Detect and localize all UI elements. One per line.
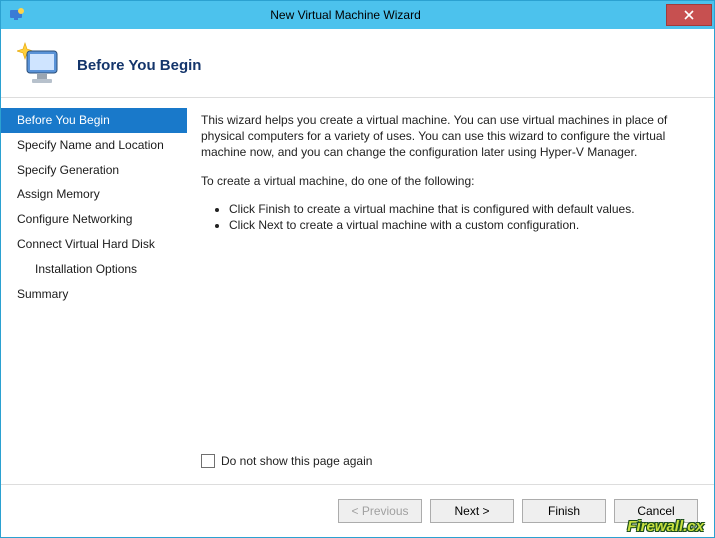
wizard-header: Before You Begin <box>1 29 714 97</box>
dont-show-again-checkbox[interactable] <box>201 454 215 468</box>
step-summary[interactable]: Summary <box>1 282 187 307</box>
page-title: Before You Begin <box>77 57 201 74</box>
close-icon <box>684 10 694 20</box>
cancel-button[interactable]: Cancel <box>614 499 698 523</box>
next-button[interactable]: Next > <box>430 499 514 523</box>
dont-show-again-row[interactable]: Do not show this page again <box>201 454 694 468</box>
intro-text: This wizard helps you create a virtual m… <box>201 112 694 161</box>
step-assign-memory[interactable]: Assign Memory <box>1 182 187 207</box>
close-button[interactable] <box>666 4 712 26</box>
titlebar: New Virtual Machine Wizard <box>1 1 714 29</box>
step-specify-generation[interactable]: Specify Generation <box>1 158 187 183</box>
app-icon <box>9 7 25 23</box>
previous-button: < Previous <box>338 499 422 523</box>
instruction-list: Click Finish to create a virtual machine… <box>201 201 694 233</box>
window-title: New Virtual Machine Wizard <box>25 8 666 22</box>
instruction-item: Click Next to create a virtual machine w… <box>229 217 694 233</box>
finish-button[interactable]: Finish <box>522 499 606 523</box>
step-connect-vhd[interactable]: Connect Virtual Hard Disk <box>1 232 187 257</box>
wizard-content: This wizard helps you create a virtual m… <box>187 98 714 484</box>
step-installation-options[interactable]: Installation Options <box>1 257 187 282</box>
prompt-text: To create a virtual machine, do one of t… <box>201 173 694 189</box>
wizard-steps-sidebar: Before You Begin Specify Name and Locati… <box>1 98 187 484</box>
wizard-window: New Virtual Machine Wizard Before You Be… <box>0 0 715 538</box>
step-specify-name-location[interactable]: Specify Name and Location <box>1 133 187 158</box>
instruction-item: Click Finish to create a virtual machine… <box>229 201 694 217</box>
dont-show-again-label: Do not show this page again <box>221 454 372 468</box>
step-before-you-begin[interactable]: Before You Begin <box>1 108 187 133</box>
step-configure-networking[interactable]: Configure Networking <box>1 207 187 232</box>
wizard-footer: < Previous Next > Finish Cancel Firewall… <box>1 484 714 537</box>
wizard-monitor-icon <box>17 41 65 89</box>
wizard-body: Before You Begin Specify Name and Locati… <box>1 98 714 484</box>
